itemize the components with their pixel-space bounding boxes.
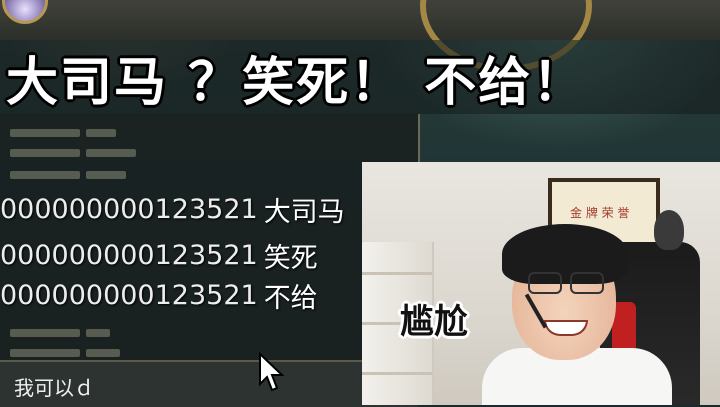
faded-chat-line — [10, 164, 210, 179]
faded-chat-line — [10, 342, 210, 357]
chat-message: 000000000123521 大司马 — [0, 192, 345, 228]
video-caption-banner: 大司马 ？笑死！ 不给！ — [0, 40, 720, 114]
chat-message-text: 笑死 — [263, 242, 318, 274]
chat-sender-id: 000000000123521 — [0, 279, 258, 311]
chat-input[interactable]: 我可以ｄ — [0, 360, 418, 407]
caption-text: 大司马 ？笑死！ 不给！ — [6, 52, 587, 113]
chat-sender-id: 000000000123521 — [0, 193, 258, 225]
chat-message: 000000000123521 笑死 — [0, 238, 318, 274]
chat-message-text: 大司马 — [263, 196, 345, 228]
faded-chat-line — [10, 322, 210, 337]
chat-message-text: 不给 — [263, 282, 318, 314]
figurine — [654, 210, 684, 250]
top-frame — [0, 0, 720, 40]
webcam-caption: 尴尬 — [400, 302, 468, 342]
faded-chat-line — [10, 142, 210, 157]
chat-sender-id: 000000000123521 — [0, 239, 258, 271]
glasses-lens-left — [528, 272, 562, 294]
chat-input-value[interactable]: 我可以ｄ — [14, 372, 94, 401]
certificate-text: 金 牌 荣 誉 — [570, 206, 630, 220]
chat-message: 000000000123521 不给 — [0, 278, 318, 314]
mouse-cursor-icon — [259, 352, 285, 392]
webcam-overlay: 金 牌 荣 誉 尴尬 — [362, 162, 720, 405]
glasses-lens-right — [570, 272, 604, 294]
faded-chat-line — [10, 122, 210, 137]
streamer-hair — [502, 224, 628, 284]
